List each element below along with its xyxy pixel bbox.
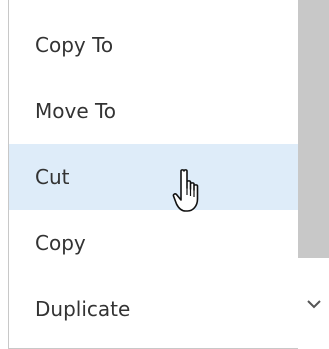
menu-item-label: Copy bbox=[35, 231, 86, 255]
context-menu: Copy To Move To Cut Copy Duplicate bbox=[8, 0, 298, 349]
scroll-thumb[interactable] bbox=[298, 0, 329, 258]
menu-item-duplicate[interactable]: Duplicate bbox=[9, 276, 298, 342]
menu-item-copy-to[interactable]: Copy To bbox=[9, 12, 298, 78]
menu-item-copy[interactable]: Copy bbox=[9, 210, 298, 276]
menu-item-move-to[interactable]: Move To bbox=[9, 78, 298, 144]
menu-item-label: Cut bbox=[35, 165, 70, 189]
scroll-down-button[interactable] bbox=[298, 258, 329, 349]
menu-item-label: Copy To bbox=[35, 33, 114, 57]
vertical-scrollbar[interactable] bbox=[298, 0, 329, 349]
chevron-down-icon bbox=[306, 299, 321, 308]
menu-item-cut[interactable]: Cut bbox=[9, 144, 298, 210]
context-menu-window: Copy To Move To Cut Copy Duplicate bbox=[0, 0, 329, 349]
menu-item-label: Duplicate bbox=[35, 297, 131, 321]
menu-item-label: Move To bbox=[35, 99, 117, 123]
menu-list: Copy To Move To Cut Copy Duplicate bbox=[9, 12, 298, 342]
